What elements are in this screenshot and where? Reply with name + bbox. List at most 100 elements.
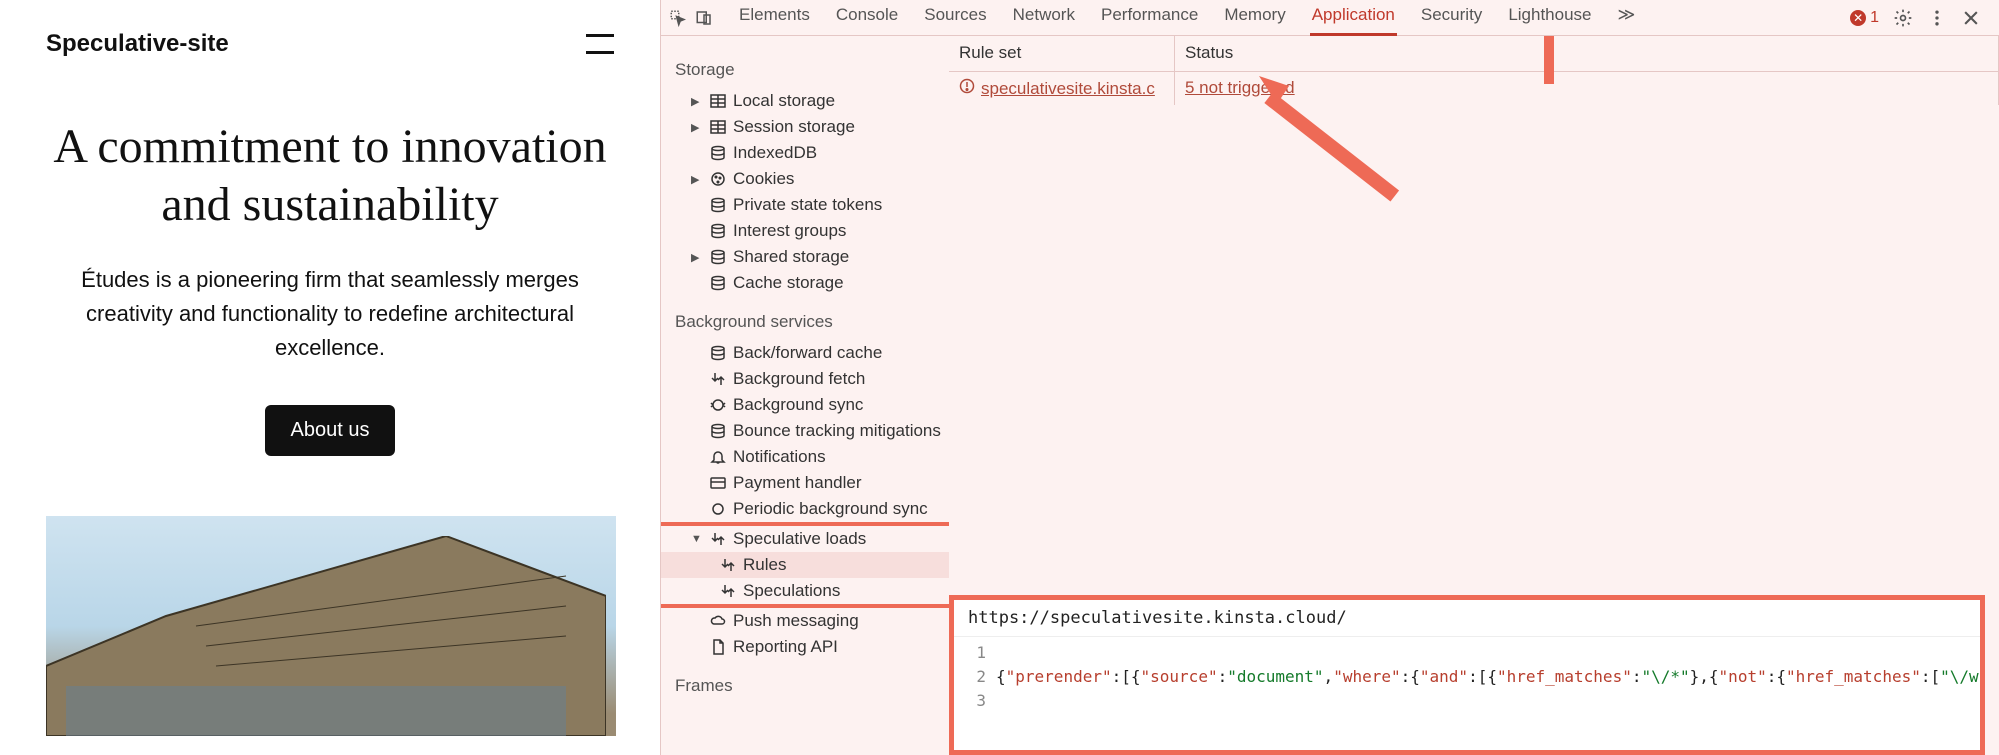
sidebar-item-notifications[interactable]: Notifications [661, 444, 949, 470]
menu-icon[interactable] [586, 34, 614, 54]
tab-performance[interactable]: Performance [1099, 0, 1200, 36]
sidebar-label: Local storage [733, 91, 835, 111]
sidebar-item-shared-storage[interactable]: ▶Shared storage [661, 244, 949, 270]
close-icon[interactable] [1961, 8, 1981, 28]
table-icon [709, 92, 727, 110]
tok: "source" [1141, 667, 1218, 686]
tab-console[interactable]: Console [834, 0, 900, 36]
sidebar-label: Speculations [743, 581, 840, 601]
group-frames: Frames [661, 660, 949, 704]
sidebar-item-indexeddb[interactable]: IndexedDB [661, 140, 949, 166]
col-ruleset[interactable]: Rule set [949, 36, 1175, 71]
tab-memory[interactable]: Memory [1222, 0, 1287, 36]
devtools-panel: Elements Console Sources Network Perform… [660, 0, 1999, 755]
cookie-icon [709, 170, 727, 188]
tab-elements[interactable]: Elements [737, 0, 812, 36]
sidebar-label: Payment handler [733, 473, 862, 493]
line-number: 1 [958, 641, 986, 665]
cell-status[interactable]: 5 not triggered [1175, 72, 1999, 105]
error-count-number: 1 [1870, 9, 1879, 27]
cell-ruleset: speculativesite.kinsta.c [949, 72, 1175, 105]
sync-icon [709, 396, 727, 414]
sidebar-label: Rules [743, 555, 786, 575]
transfer-icon [709, 370, 727, 388]
database-icon [709, 422, 727, 440]
site-subheading: Études is a pioneering firm that seamles… [70, 263, 590, 365]
error-count[interactable]: ✕1 [1850, 9, 1879, 27]
tab-network[interactable]: Network [1011, 0, 1077, 36]
sidebar-item-local-storage[interactable]: ▶Local storage [661, 88, 949, 114]
sidebar-item-session-storage[interactable]: ▶Session storage [661, 114, 949, 140]
tok: "prerender" [1006, 667, 1112, 686]
sidebar-label: Interest groups [733, 221, 846, 241]
tok: "href_matches" [1497, 667, 1632, 686]
database-icon [709, 248, 727, 266]
hero-image [46, 516, 616, 736]
sidebar-item-background-sync[interactable]: Background sync [661, 392, 949, 418]
database-icon [709, 144, 727, 162]
sidebar-item-rules[interactable]: Rules [661, 552, 949, 578]
inspect-icon[interactable] [667, 7, 689, 29]
sidebar-label: Background sync [733, 395, 863, 415]
sidebar-label: Cache storage [733, 273, 844, 293]
line-number: 2 [958, 665, 986, 689]
warning-icon [959, 78, 975, 99]
database-icon [709, 274, 727, 292]
tab-lighthouse[interactable]: Lighthouse [1506, 0, 1593, 36]
website-preview: Speculative-site A commitment to innovat… [0, 0, 660, 755]
site-heading: A commitment to innovation and sustainab… [46, 118, 614, 233]
transfer-icon [719, 556, 737, 574]
device-icon[interactable] [693, 7, 715, 29]
ruleset-link[interactable]: speculativesite.kinsta.c [981, 79, 1155, 99]
sidebar-label: IndexedDB [733, 143, 817, 163]
sidebar-item-reporting-api[interactable]: Reporting API [661, 634, 949, 660]
tok: "and" [1420, 667, 1468, 686]
sidebar-item-payment-handler[interactable]: Payment handler [661, 470, 949, 496]
code-area: 1 2 3 {"prerender":[{"source":"document"… [954, 637, 1980, 717]
table-icon [709, 118, 727, 136]
group-background-services: Background services [661, 296, 949, 340]
sidebar-label: Speculative loads [733, 529, 866, 549]
sidebar-label: Periodic background sync [733, 499, 928, 519]
col-status[interactable]: Status [1175, 36, 1999, 71]
site-header: Speculative-site [46, 30, 614, 58]
sidebar-label: Session storage [733, 117, 855, 137]
sidebar-item-push-messaging[interactable]: Push messaging [661, 608, 949, 634]
database-icon [709, 222, 727, 240]
tok: "not" [1719, 667, 1767, 686]
card-icon [709, 474, 727, 492]
sidebar-item-private-state[interactable]: Private state tokens [661, 192, 949, 218]
sidebar-label: Shared storage [733, 247, 849, 267]
sidebar-item-periodic-sync[interactable]: Periodic background sync [661, 496, 949, 522]
sidebar-item-bfcache[interactable]: Back/forward cache [661, 340, 949, 366]
transfer-icon [719, 582, 737, 600]
about-us-button[interactable]: About us [265, 405, 396, 456]
sidebar-label: Background fetch [733, 369, 865, 389]
gutter: 1 2 3 [954, 637, 994, 717]
sidebar-item-cache-storage[interactable]: Cache storage [661, 270, 949, 296]
column-headers: Rule set Status [949, 36, 1999, 72]
sidebar-label: Bounce tracking mitigations [733, 421, 941, 441]
transfer-icon [709, 530, 727, 548]
application-sidebar: Storage ▶Local storage ▶Session storage … [661, 36, 949, 755]
sidebar-item-background-fetch[interactable]: Background fetch [661, 366, 949, 392]
kebab-icon[interactable] [1927, 8, 1947, 28]
sidebar-item-speculations[interactable]: Speculations [661, 578, 949, 604]
tok: "href_matches" [1786, 667, 1921, 686]
tok: "document" [1227, 667, 1323, 686]
tab-security[interactable]: Security [1419, 0, 1484, 36]
tab-application[interactable]: Application [1310, 0, 1397, 36]
sidebar-item-interest-groups[interactable]: Interest groups [661, 218, 949, 244]
table-row[interactable]: speculativesite.kinsta.c 5 not triggered [949, 72, 1999, 105]
gear-icon[interactable] [1893, 8, 1913, 28]
code-content[interactable]: {"prerender":[{"source":"document","wher… [994, 637, 1980, 717]
sidebar-label: Reporting API [733, 637, 838, 657]
sidebar-item-cookies[interactable]: ▶Cookies [661, 166, 949, 192]
sidebar-item-speculative-loads[interactable]: ▼Speculative loads [661, 526, 949, 552]
database-icon [709, 344, 727, 362]
tab-overflow-icon[interactable]: ≫ [1616, 0, 1638, 36]
tab-sources[interactable]: Sources [922, 0, 988, 36]
tok: "\/wp-login. [1940, 667, 1980, 686]
sidebar-item-bounce-tracking[interactable]: Bounce tracking mitigations [661, 418, 949, 444]
database-icon [709, 196, 727, 214]
